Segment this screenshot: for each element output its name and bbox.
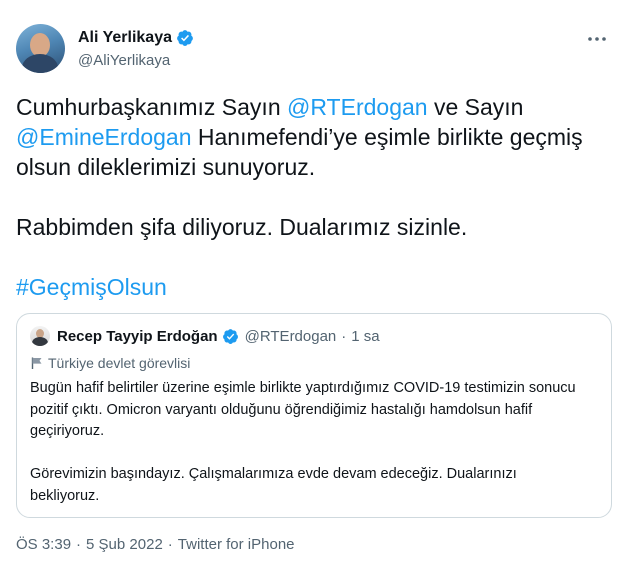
author-name-row: Ali Yerlikaya — [78, 29, 194, 47]
quoted-tweet-card[interactable]: Recep Tayyip Erdoğan @RTErdogan · 1 sa T… — [16, 313, 612, 518]
separator-dot: · — [76, 536, 82, 553]
mention-link[interactable]: @EmineErdogan — [16, 124, 192, 150]
quoted-author-name: Recep Tayyip Erdoğan — [57, 328, 218, 345]
quoted-tweet-text: Bugün hafif belirtiler üzerine eşimle bi… — [30, 380, 576, 504]
verified-badge-icon — [177, 30, 193, 46]
tweet-text: Cumhurbaşkanımız Sayın @RTErdogan ve Say… — [16, 92, 616, 302]
tweet-text-part: Cumhurbaşkanımız Sayın — [16, 94, 288, 120]
verified-badge-icon — [222, 329, 238, 344]
tweet-header: Ali Yerlikaya @AliYerlikaya — [16, 24, 608, 80]
separator-dot: · — [341, 328, 347, 345]
quoted-tweet-header: Recep Tayyip Erdoğan @RTErdogan · 1 sa — [57, 328, 380, 345]
author-handle[interactable]: @AliYerlikaya — [78, 52, 170, 69]
tweet-date[interactable]: 5 Şub 2022 — [86, 536, 163, 553]
tweet-metadata: ÖS 3:39 · 5 Şub 2022 · Twitter for iPhone — [16, 536, 295, 553]
quoted-author-avatar — [30, 326, 50, 346]
quoted-author-handle: @RTErdogan — [244, 328, 337, 345]
hashtag-link[interactable]: #GeçmişOlsun — [16, 274, 167, 300]
tweet-source[interactable]: Twitter for iPhone — [178, 536, 295, 553]
more-options-icon[interactable] — [586, 32, 608, 46]
mention-link[interactable]: @RTErdogan — [287, 94, 428, 120]
author-avatar[interactable] — [16, 24, 65, 73]
tweet-time[interactable]: ÖS 3:39 — [16, 536, 71, 553]
government-label-text: Türkiye devlet görevlisi — [48, 355, 191, 371]
separator-dot: · — [167, 536, 173, 553]
quoted-tweet-time: 1 sa — [351, 328, 380, 345]
government-flag-icon — [31, 357, 42, 369]
government-label: Türkiye devlet görevlisi — [30, 355, 190, 371]
author-name[interactable]: Ali Yerlikaya — [78, 29, 172, 47]
tweet-text-part: ve Sayın — [427, 94, 530, 120]
